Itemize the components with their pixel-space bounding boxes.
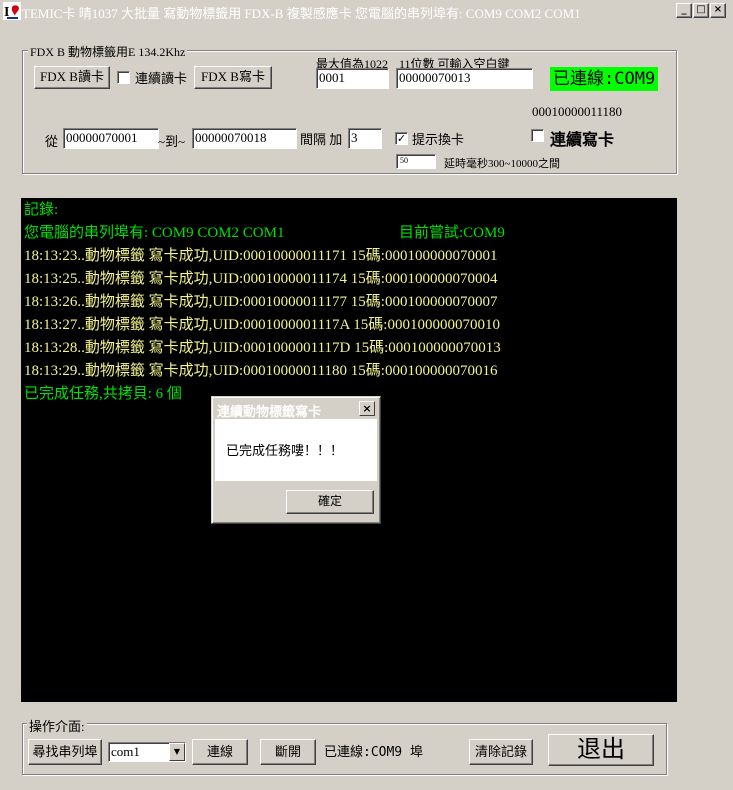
log-entry: 18:13:29..動物標籤 寫卡成功,UID:00010000011180 1… [24,363,498,379]
fdx-group-label: FDX B 動物標籤用E 134.2Khz [28,43,188,60]
interval-label: 間隔 加 [300,132,343,147]
completion-dialog: 連續動物標籤寫卡 × 已完成任務嘍！！！ 確定 [211,396,381,524]
log-entry: 18:13:28..動物標籤 寫卡成功,UID:0001000001117D 1… [24,340,501,356]
continuous-read-label: 連續讀卡 [135,71,188,86]
from-input[interactable]: 00000070001 [63,128,159,149]
ops-group-label: 操作介面: [27,716,87,735]
prompt-change-label: 提示換卡 [412,132,465,147]
dialog-ok-button[interactable]: 確定 [286,490,374,514]
continuous-write-checkbox[interactable] [531,129,544,142]
prompt-change-checkbox[interactable]: ✓ [395,132,408,145]
delay-input[interactable]: 50 [396,154,436,169]
continuous-write-label: 連續寫卡 [550,132,615,149]
country-code-input[interactable]: 0001 [316,68,389,89]
continuous-read-checkbox[interactable] [117,71,130,84]
ops-status-text: 已連線:COM9 埠 [324,745,423,760]
chevron-down-icon[interactable]: ▼ [169,743,185,761]
connection-status-badge: 已連線:COM9 [550,67,659,91]
to-label: ~到~ [158,134,186,149]
log-entry: 18:13:25..動物標籤 寫卡成功,UID:00010000011174 1… [24,271,498,287]
log-header: 記錄: [24,202,59,218]
log-entry: 18:13:27..動物標籤 寫卡成功,UID:0001000001117A 1… [24,317,500,333]
dialog-message: 已完成任務嘍！！！ [226,443,344,458]
exit-button[interactable]: 退出 [548,734,654,766]
from-label: 從 [45,134,59,149]
fdx-write-button[interactable]: FDX B寫卡 [194,66,272,89]
connect-button[interactable]: 連線 [192,739,248,765]
disconnect-button[interactable]: 斷開 [260,739,316,765]
fdx-read-button[interactable]: FDX B讀卡 [34,66,110,89]
log-ports-line: 您電腦的串列埠有: COM9 COM2 COM1 [24,225,285,241]
dialog-title-bar[interactable]: 連續動物標籤寫卡 × [215,400,377,419]
clear-log-button[interactable]: 清除記錄 [469,739,533,765]
dialog-close-button[interactable]: × [359,401,375,416]
log-done-line: 已完成任務,共拷貝: 6 個 [24,386,182,402]
minimize-button[interactable]: _ [676,3,692,18]
id-input[interactable]: 00000070013 [396,68,533,89]
dialog-title: 連續動物標籤寫卡 [217,404,322,419]
log-trying-line: 目前嘗試:COM9 [399,225,505,241]
dialog-body: 已完成任務嘍！！！ [215,419,377,481]
log-entry: 18:13:26..動物標籤 寫卡成功,UID:00010000011177 1… [24,294,498,310]
window-title: TEMIC卡 晴1037 大批量 寫動物標籤用 FDX-B 複製感應卡 您電腦的… [22,6,581,21]
app-heart-icon: I [3,2,21,20]
interval-input[interactable]: 3 [348,128,382,149]
close-window-button[interactable]: × [710,3,726,18]
title-bar[interactable]: I TEMIC卡 晴1037 大批量 寫動物標籤用 FDX-B 複製感應卡 您電… [0,0,733,22]
maximize-button[interactable]: □ [693,3,709,18]
delay-label: 延時毫秒300~10000之間 [444,158,560,170]
find-ports-button[interactable]: 尋找串列埠 [28,739,102,765]
uid-readout: 00010000011180 [532,104,623,119]
log-entry: 18:13:23..動物標籤 寫卡成功,UID:00010000011171 1… [24,248,498,264]
to-input[interactable]: 00000070018 [192,128,297,149]
port-select-value: com1 [111,744,140,759]
